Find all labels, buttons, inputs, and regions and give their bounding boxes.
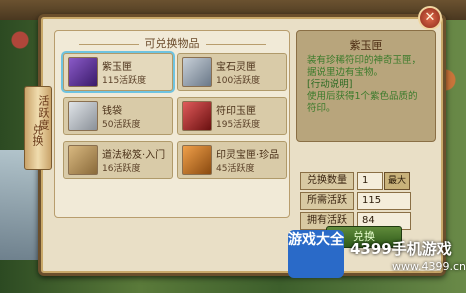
item-name: 宝石灵匣: [216, 62, 256, 73]
required-label: 所需活跃: [300, 192, 354, 210]
detail-title: 紫玉匣: [349, 39, 383, 52]
items-title: 可兑换物品: [55, 35, 289, 51]
close-button[interactable]: ✕: [418, 6, 442, 30]
side-tab-label-b-text: 兑换: [31, 124, 44, 146]
item-name: 紫玉匣: [102, 62, 132, 73]
gem-chest-icon: [182, 57, 212, 87]
detail-description: 装有珍稀符印的神奇玉匣，据说里边有宝物。: [307, 55, 422, 78]
quantity-label: 兑换数量: [300, 172, 354, 190]
max-button[interactable]: 最大: [384, 172, 410, 190]
required-value: 115: [357, 192, 411, 210]
required-row: 所需活跃 115: [300, 192, 430, 210]
purple-chest-icon: [68, 57, 98, 87]
scroll-book-icon: [68, 145, 98, 175]
orange-chest-icon: [182, 145, 212, 175]
red-chest-icon: [182, 101, 212, 131]
detail-body: 装有珍稀符印的神奇玉匣，据说里边有宝物。 [行动说明] 使用后获得1个紫色品质的…: [307, 55, 427, 115]
side-tab-label-b: 兑换: [24, 124, 50, 164]
item-cost: 100活跃度: [216, 76, 261, 86]
coin-pouch-icon: [68, 101, 98, 131]
item-card[interactable]: 印灵宝匣·珍品 45活跃度: [177, 141, 287, 179]
item-card[interactable]: 宝石灵匣 100活跃度: [177, 53, 287, 91]
detail-usage: 使用后获得1个紫色品质的符印。: [307, 91, 418, 114]
item-name: 印灵宝匣·珍品: [216, 150, 280, 161]
watermark-logo: 游戏大全: [288, 230, 344, 278]
detail-frame: 紫玉匣 装有珍稀符印的神奇玉匣，据说里边有宝物。 [行动说明] 使用后获得1个紫…: [296, 30, 436, 142]
item-cost: 16活跃度: [102, 164, 141, 174]
item-card[interactable]: 符印玉匣 195活跃度: [177, 97, 287, 135]
item-name: 道法秘笈·入门: [102, 150, 166, 161]
item-cost: 115活跃度: [102, 76, 147, 86]
watermark: 游戏大全 4399手机游戏 www.4399.cn: [288, 230, 466, 293]
detail-tag: [行动说明]: [307, 79, 353, 90]
watermark-url: www.4399.cn: [392, 260, 466, 273]
item-name: 符印玉匣: [216, 106, 256, 117]
quantity-input[interactable]: 1: [357, 172, 383, 190]
items-frame: 可兑换物品 紫玉匣 115活跃度 宝石灵匣 100活跃度 钱袋 50活跃度 符印…: [54, 30, 290, 218]
item-card[interactable]: 紫玉匣 115活跃度: [63, 53, 173, 91]
watermark-text: 4399手机游戏: [350, 240, 452, 258]
item-card[interactable]: 钱袋 50活跃度: [63, 97, 173, 135]
item-cost: 45活跃度: [216, 164, 255, 174]
item-cost: 195活跃度: [216, 120, 261, 130]
item-name: 钱袋: [102, 106, 122, 117]
item-card[interactable]: 道法秘笈·入门 16活跃度: [63, 141, 173, 179]
item-cost: 50活跃度: [102, 120, 141, 130]
quantity-row: 兑换数量 1 最大: [300, 172, 430, 190]
